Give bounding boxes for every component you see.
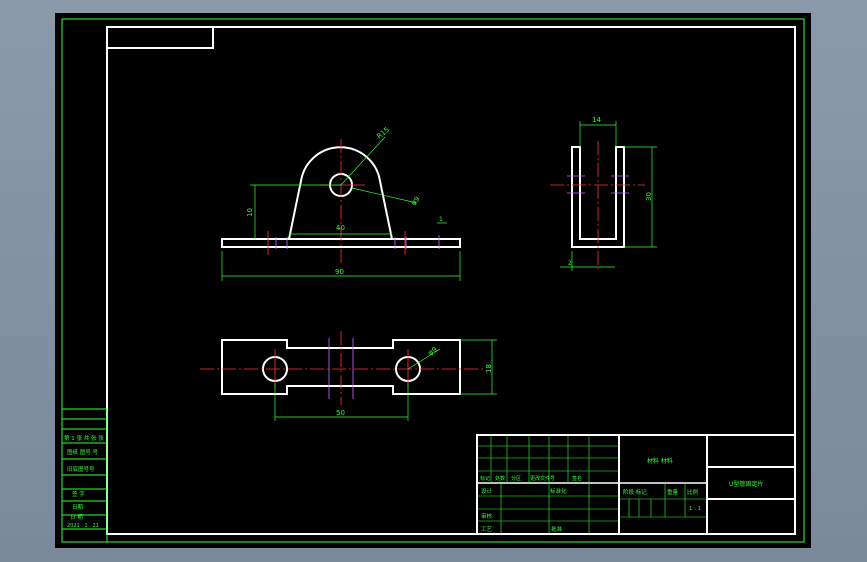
plan-view: 18 50 φ9 (200, 331, 497, 421)
tb-change-doc: 更改文件号 (530, 475, 555, 482)
tb-mark: 标记 (480, 475, 490, 482)
outer-frame (61, 18, 805, 543)
tb-process: 工艺 (481, 526, 493, 533)
strip-old-drawing: 旧底图号号 (67, 465, 95, 473)
corner-code-box (106, 26, 214, 49)
title-block: 标记 处数 分区 更改文件号 签名 设计 标准化 审核 工艺 批准 材料 材料 … (476, 434, 796, 535)
tb-standardize: 标准化 (550, 487, 567, 495)
dim-side-bottom: 2 (568, 260, 572, 267)
front-view: 90 40 10 R15 φ9 1 (221, 126, 461, 281)
dim-side-height: 30 (645, 192, 653, 201)
dim-radius: R15 (375, 126, 391, 141)
dim-plan-spacing: 50 (336, 409, 345, 417)
side-view: 14 30 2 (550, 116, 657, 271)
strip-drawing-no: 图纸 图号 号 (67, 448, 98, 456)
tb-designer: 设计 (481, 487, 493, 495)
strip-date-value: 2021 . 1 . 21 (67, 523, 99, 529)
dim-thickness: 1 (439, 216, 443, 223)
strip-sheet-count: 第 1 张 共 张 张 (64, 434, 104, 442)
tb-stage-mark: 阶段 标记 (623, 488, 647, 496)
dim-inner-width: 40 (336, 224, 345, 232)
strip-date: 日 期 (70, 514, 83, 521)
tb-checker: 审核 (481, 512, 493, 520)
side-strip: 第 1 张 共 张 张 图纸 图号 号 旧底图号号 签 字 日期 日 期 202… (61, 408, 108, 543)
tb-material: 材料 材料 (647, 457, 673, 465)
strip-signature: 签 字 (72, 490, 85, 498)
tb-scale-value: 1 : 1 (689, 506, 701, 512)
tb-weight: 重量 (667, 488, 679, 496)
tb-scale: 比例 (687, 488, 699, 496)
tb-count: 处数 (495, 475, 505, 482)
dim-height: 10 (246, 208, 254, 217)
tb-approve: 批准 (551, 525, 563, 533)
tb-part-name: U型管固定片 (729, 480, 763, 488)
dim-plan-height: 18 (485, 364, 493, 373)
strip-date-label: 日期 (72, 504, 84, 511)
dim-hole: φ9 (409, 195, 421, 207)
drawing-sheet: 第 1 张 共 张 张 图纸 图号 号 旧底图号号 签 字 日期 日 期 202… (55, 13, 811, 548)
dim-overall-width: 90 (335, 268, 344, 276)
tb-sign: 签名 (572, 475, 582, 482)
tb-zone: 分区 (511, 475, 521, 482)
dim-side-top: 14 (592, 116, 601, 124)
dim-plan-hole: φ9 (427, 345, 439, 357)
cad-canvas: 第 1 张 共 张 张 图纸 图号 号 旧底图号号 签 字 日期 日 期 202… (61, 18, 805, 543)
drawing-border (106, 26, 796, 535)
